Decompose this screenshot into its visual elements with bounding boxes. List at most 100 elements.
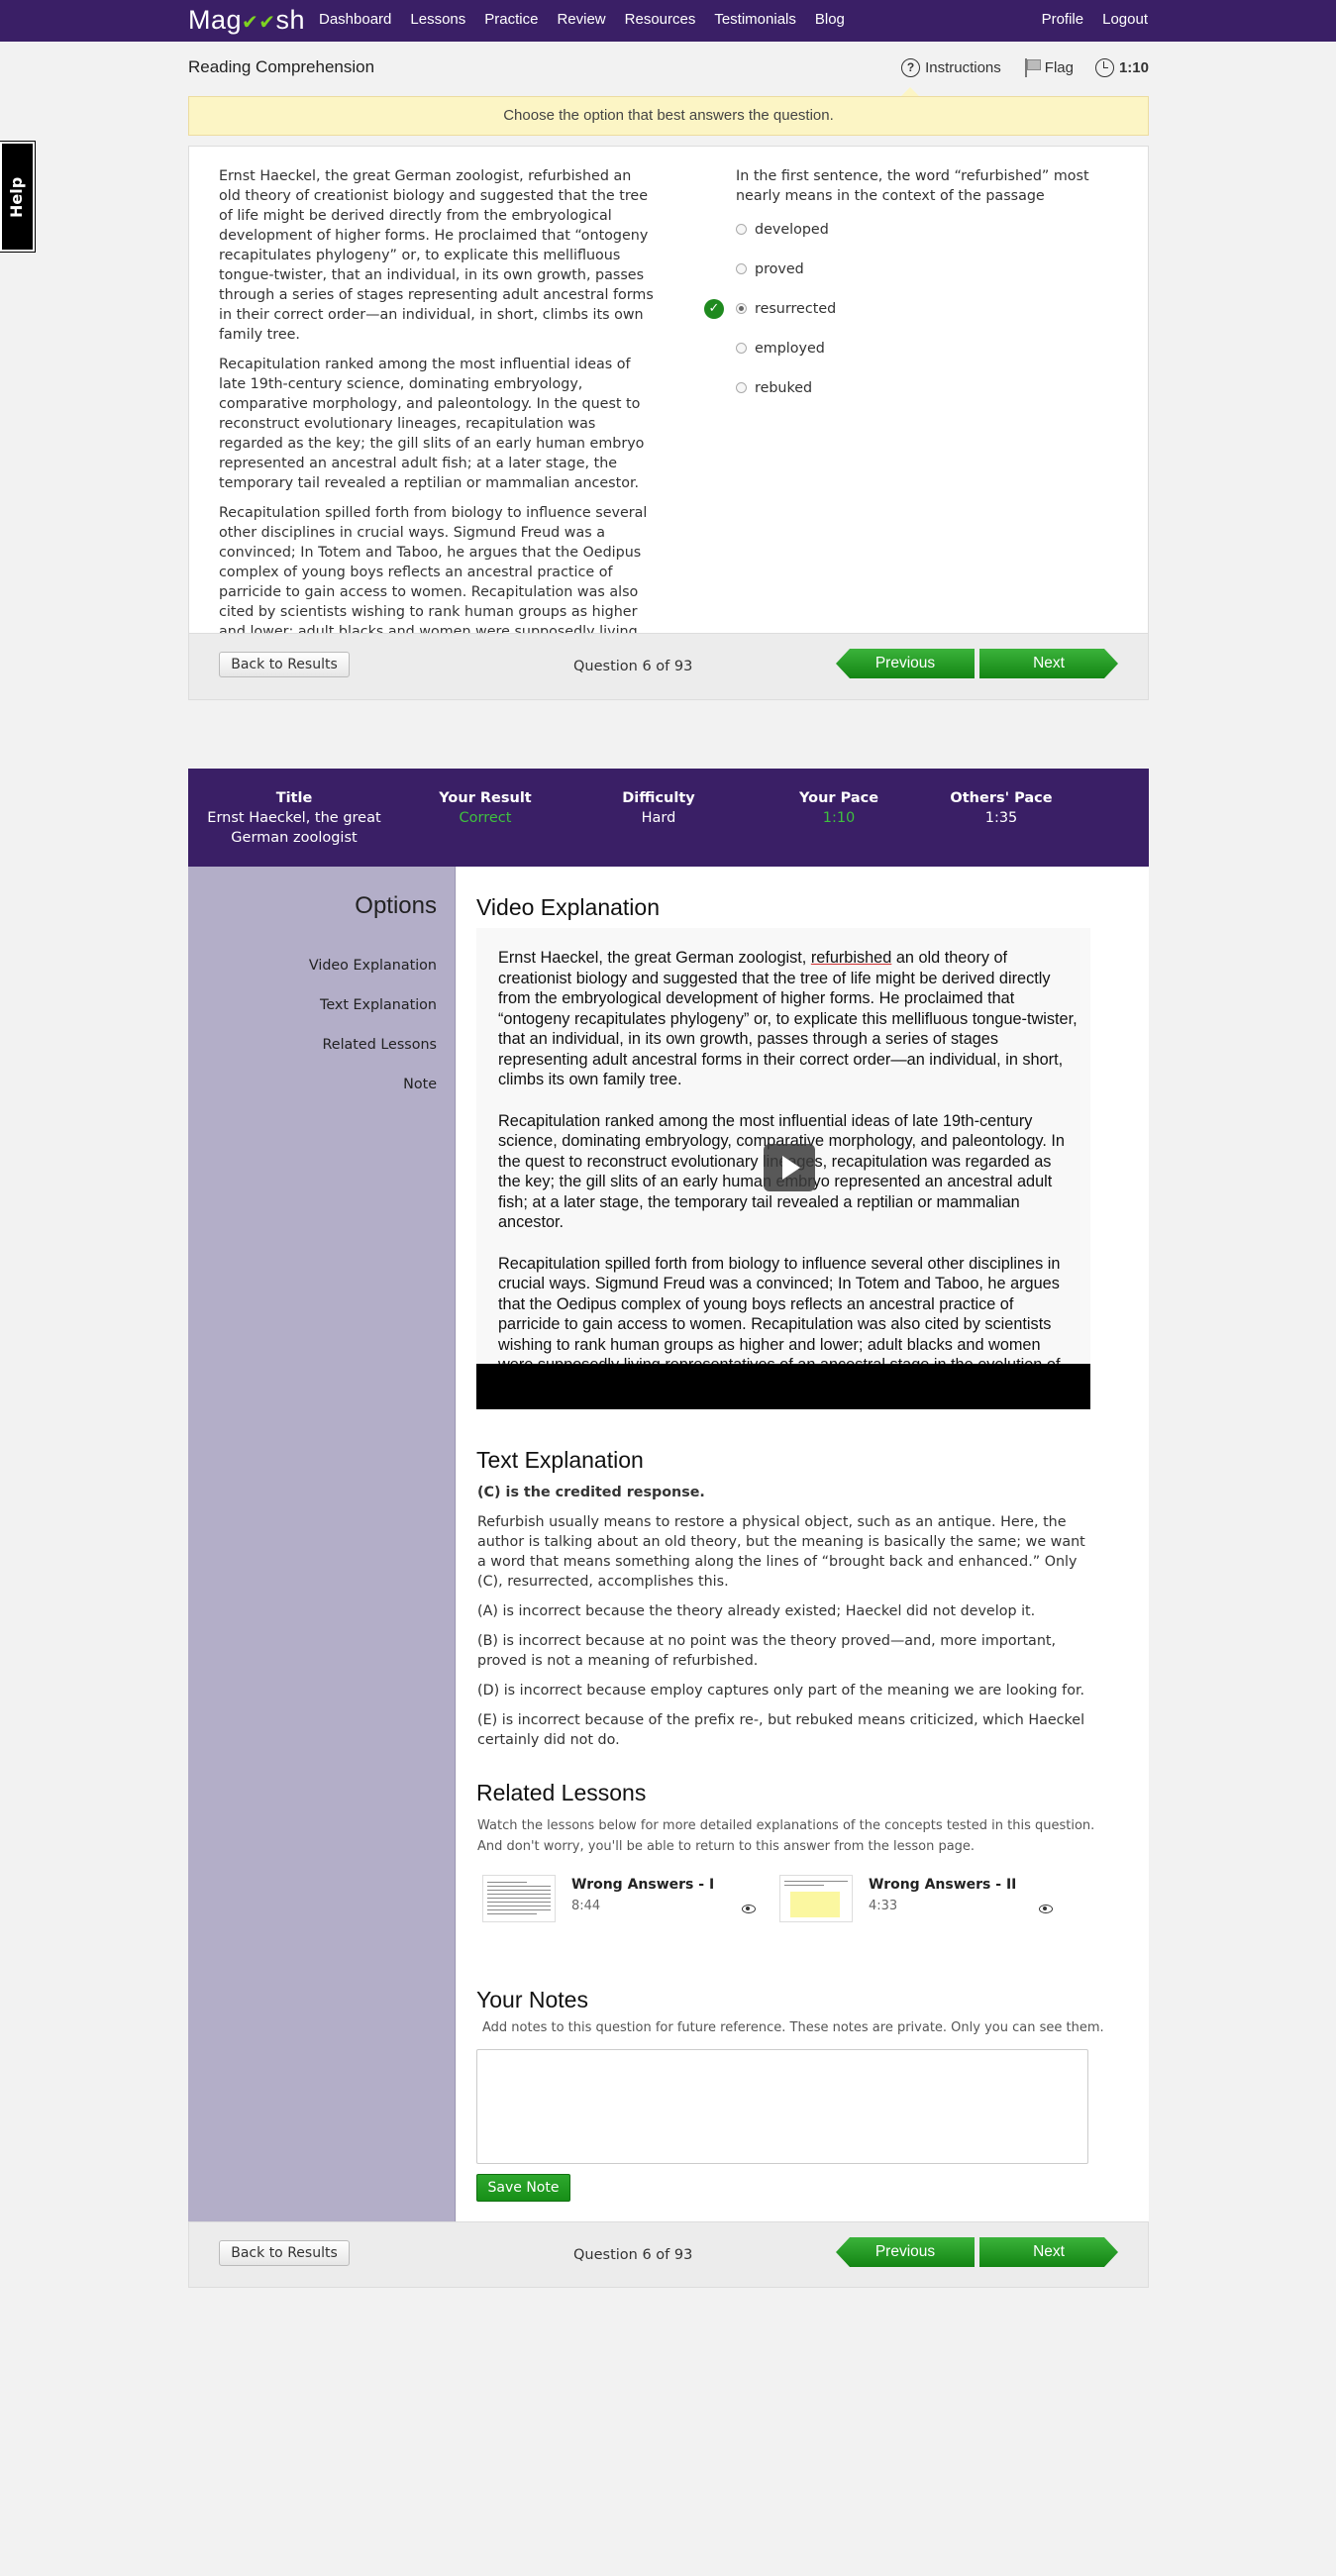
eye-icon[interactable] [1039,1905,1053,1913]
sidebar-heading: Options [355,892,437,919]
lesson-thumbnail[interactable] [779,1875,853,1922]
notes-textarea[interactable] [476,2049,1088,2164]
account-nav: Profile Logout [1023,11,1148,28]
stat-value: Hard [641,810,676,826]
explanation-paragraph: (A) is incorrect because the theory alre… [477,1603,1036,1619]
answer-option-a[interactable]: developed [736,220,1132,259]
help-label: Help [7,176,26,218]
answer-option-c[interactable]: ✓ resurrected [704,299,1132,339]
video-text: Ernst Haeckel, the great German zoologis… [498,949,811,967]
eye-icon[interactable] [742,1905,756,1913]
answer-option-b[interactable]: proved [736,259,1132,299]
top-nav: Mag✔✔sh Dashboard Lessons Practice Revie… [0,0,1336,42]
stat-value: Correct [459,810,512,826]
radio-button[interactable] [736,343,747,354]
answer-option-d[interactable]: employed [736,339,1132,378]
sidebar-item-text-explanation[interactable]: Text Explanation [320,997,437,1013]
stat-label: Difficulty [622,790,695,806]
stat-label: Your Result [439,790,532,806]
sidebar-item-video-explanation[interactable]: Video Explanation [309,958,437,974]
previous-button[interactable]: Previous [836,649,975,678]
stat-value: 1:10 [822,810,856,826]
clock-icon [1094,57,1114,77]
answer-option-e[interactable]: rebuked [736,378,1132,418]
stat-difficulty: Difficulty Hard [584,788,733,828]
flag-link[interactable]: Flag [1045,59,1074,76]
stat-label: Your Pace [798,790,879,806]
option-label: employed [755,341,825,357]
video-player[interactable]: Ernst Haeckel, the great German zoologis… [476,928,1090,1409]
flag-icon[interactable] [1023,57,1041,77]
radio-button[interactable] [736,382,747,393]
main-nav-links: Dashboard Lessons Practice Review Resour… [319,11,864,28]
lesson-title[interactable]: Wrong Answers - I [571,1877,714,1893]
nav-dashboard[interactable]: Dashboard [319,11,391,28]
video-explanation-heading: Video Explanation [476,894,660,920]
lesson-card[interactable]: Wrong Answers - I 8:44 [476,1875,764,1932]
correct-check-icon: ✓ [704,299,724,319]
answer-options: developed proved ✓ resurrected employed r… [704,220,1132,418]
question-footer: Back to Results Question 6 of 93 Previou… [189,633,1148,699]
passage: Ernst Haeckel, the great German zoologis… [219,166,655,691]
instructions-link[interactable]: Instructions [925,59,1001,76]
save-note-button[interactable]: Save Note [476,2174,570,2202]
help-tab[interactable]: Help [0,141,36,253]
stat-value: 1:35 [984,810,1018,826]
nav-lessons[interactable]: Lessons [410,11,465,28]
back-to-results-button[interactable]: Back to Results [219,2240,350,2266]
magoosh-logo[interactable]: Mag✔✔sh [188,5,305,36]
radio-button-selected[interactable] [736,303,747,314]
lesson-thumbnail[interactable] [482,1875,556,1922]
lesson-duration: 8:44 [571,1899,601,1913]
question-prompt: In the first sentence, the word “refurbi… [736,168,1089,204]
explanation-paragraph: (E) is incorrect because of the prefix r… [477,1712,1085,1748]
explanation-paragraph: Refurbish usually means to restore a phy… [477,1514,1085,1590]
explanation-paragraph: (B) is incorrect because at no point was… [477,1633,1057,1669]
your-notes-heading: Your Notes [476,1987,588,2012]
nav-review[interactable]: Review [557,11,605,28]
stat-label: Title [275,790,313,806]
underlined-word: refurbished [810,949,892,967]
stat-value: Ernst Haeckel, the great German zoologis… [207,810,381,846]
option-label: proved [755,261,804,277]
notes-description: Add notes to this question for future re… [482,2020,1104,2035]
nav-profile[interactable]: Profile [1042,11,1084,28]
question-mark-icon[interactable]: ? [901,57,921,77]
highlight-note [790,1892,840,1917]
stat-others-pace: Others' Pace 1:35 [927,788,1076,828]
stat-title: Title Ernst Haeckel, the great German zo… [200,788,388,848]
explanation-content: Video Explanation Ernst Haeckel, the gre… [457,867,1149,2221]
nav-logout[interactable]: Logout [1102,11,1148,28]
lesson-title[interactable]: Wrong Answers - II [869,1877,1016,1893]
passage-paragraph: Recapitulation ranked among the most inf… [219,357,645,491]
text-explanation-heading: Text Explanation [476,1447,644,1473]
nav-practice[interactable]: Practice [484,11,538,28]
credited-response: (C) is the credited response. [477,1485,705,1500]
option-label: resurrected [755,301,837,317]
sidebar-item-note[interactable]: Note [403,1077,437,1092]
instruction-notice: Choose the option that best answers the … [188,96,1149,136]
radio-button[interactable] [736,263,747,274]
explanation-paragraph: (D) is incorrect because employ captures… [477,1683,1085,1699]
previous-button[interactable]: Previous [836,2237,975,2267]
video-paragraph: Recapitulation spilled forth from biolog… [498,1254,1061,1375]
nav-blog[interactable]: Blog [815,11,845,28]
video-control-bar[interactable] [476,1364,1090,1409]
result-stats-bar: Title Ernst Haeckel, the great German zo… [188,769,1149,867]
nav-resources[interactable]: Resources [625,11,696,28]
sidebar-item-related-lessons[interactable]: Related Lessons [322,1037,437,1053]
nav-testimonials[interactable]: Testimonials [714,11,796,28]
back-to-results-button[interactable]: Back to Results [219,652,350,677]
next-button[interactable]: Next [979,2237,1118,2267]
timer: 1:10 [1118,58,1149,76]
bottom-question-footer: Back to Results Question 6 of 93 Previou… [188,2221,1149,2288]
related-lessons-heading: Related Lessons [476,1780,647,1805]
radio-button[interactable] [736,224,747,235]
text-explanation: (C) is the credited response. Refurbish … [477,1483,1091,1760]
next-button[interactable]: Next [979,649,1118,678]
passage-paragraph: Ernst Haeckel, the great German zoologis… [219,168,654,343]
option-label: rebuked [755,380,813,396]
play-icon[interactable] [764,1144,815,1191]
lesson-card[interactable]: Wrong Answers - II 4:33 [773,1875,1061,1932]
lesson-duration: 4:33 [869,1899,898,1913]
